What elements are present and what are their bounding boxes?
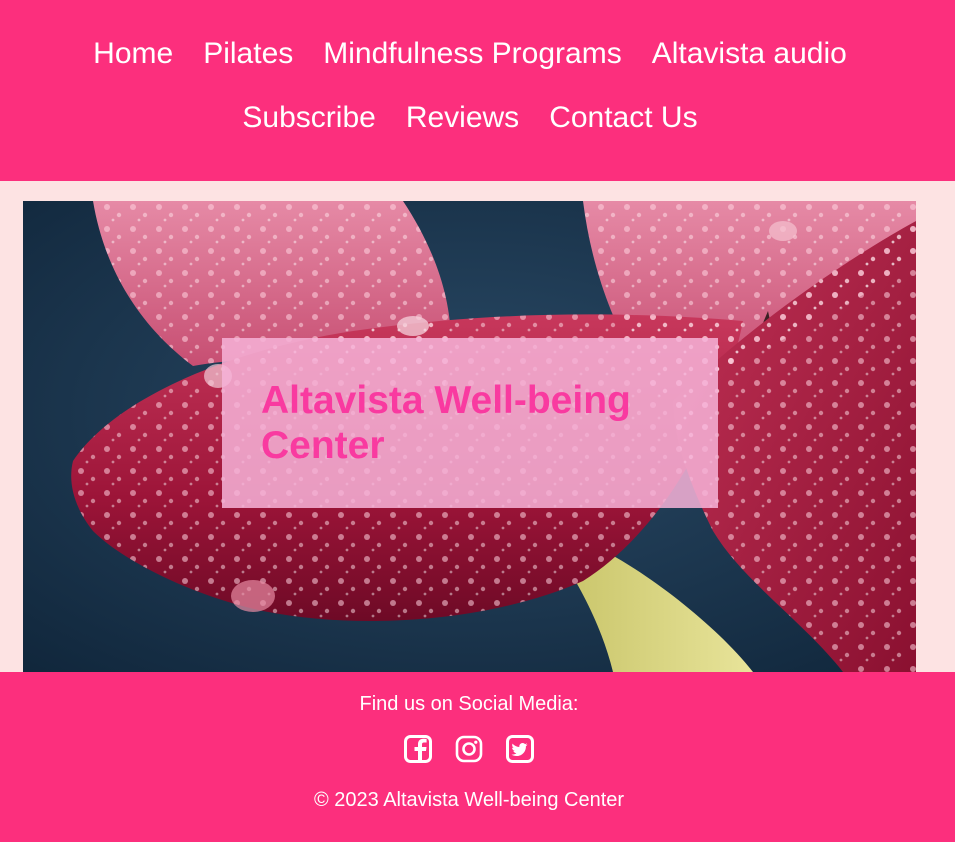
nav-link-home[interactable]: Home: [93, 36, 173, 72]
instagram-icon[interactable]: [455, 735, 483, 763]
nav-link-reviews[interactable]: Reviews: [406, 100, 519, 136]
facebook-icon[interactable]: [404, 735, 432, 763]
nav-link-altavista-audio[interactable]: Altavista audio: [652, 36, 847, 72]
social-media-heading: Find us on Social Media:: [359, 693, 579, 715]
twitter-icon[interactable]: [506, 735, 534, 763]
nav-row-1: Home Pilates Mindfulness Programs Altavi…: [0, 36, 940, 72]
nav-row-2: Subscribe Reviews Contact Us: [0, 100, 940, 136]
main-navigation: Home Pilates Mindfulness Programs Altavi…: [0, 0, 955, 181]
hero-title-box: Altavista Well-being Center: [222, 338, 718, 508]
nav-link-subscribe[interactable]: Subscribe: [242, 100, 375, 136]
footer: Find us on Social Media: © 2023 Altavist…: [0, 672, 955, 842]
copyright-text: © 2023 Altavista Well-being Center: [313, 789, 625, 811]
site-title: Altavista Well-being Center: [261, 379, 631, 467]
nav-link-mindfulness-programs[interactable]: Mindfulness Programs: [323, 36, 621, 72]
nav-link-pilates[interactable]: Pilates: [203, 36, 293, 72]
hero-banner: Altavista Well-being Center: [23, 201, 916, 672]
social-icons: [0, 735, 938, 763]
nav-link-contact-us[interactable]: Contact Us: [549, 100, 697, 136]
